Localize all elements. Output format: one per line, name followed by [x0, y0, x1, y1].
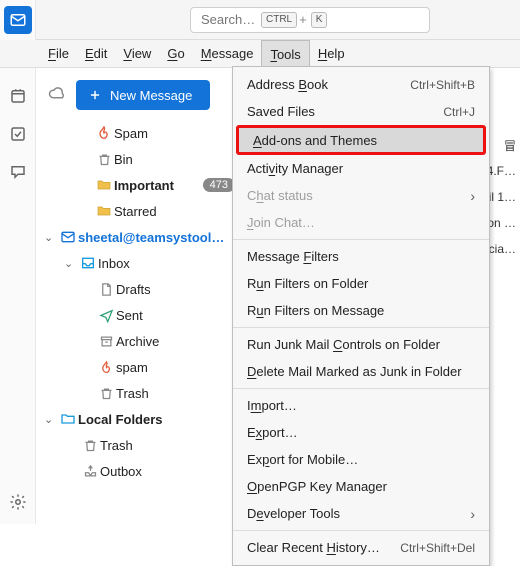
- local-trash[interactable]: Trash: [36, 432, 239, 458]
- menu-edit[interactable]: Edit: [77, 40, 115, 67]
- menu-export-mobile[interactable]: Export for Mobile…: [233, 446, 489, 473]
- calendar-icon[interactable]: [4, 82, 32, 110]
- flame-icon: [96, 360, 116, 375]
- menu-go[interactable]: Go: [159, 40, 192, 67]
- chat-icon[interactable]: [4, 158, 32, 186]
- tools-menu-dropdown: Address Book Ctrl+Shift+B Saved Files Ct…: [232, 66, 490, 566]
- folder-icon: [94, 203, 114, 219]
- menu-delete-junk[interactable]: Delete Mail Marked as Junk in Folder: [233, 358, 489, 385]
- account-item[interactable]: ⌄ sheetal@teamsystool…: [36, 224, 239, 250]
- chevron-down-icon: ⌄: [64, 257, 78, 270]
- menu-import[interactable]: Import…: [233, 392, 489, 419]
- kbd-k: K: [311, 12, 328, 28]
- folder-icon: [94, 177, 114, 193]
- inbox-icon: [78, 255, 98, 271]
- trash-icon: [96, 386, 116, 401]
- left-rail: [0, 0, 36, 524]
- menu-run-junk-controls[interactable]: Run Junk Mail Controls on Folder: [233, 331, 489, 358]
- menu-run-filters-folder[interactable]: Run Filters on Folder: [233, 270, 489, 297]
- search-box[interactable]: CTRL + K: [190, 7, 430, 33]
- menu-message[interactable]: Message: [193, 40, 262, 67]
- kbd-ctrl: CTRL: [261, 12, 297, 28]
- menu-activity-manager[interactable]: Activity Manager: [233, 155, 489, 182]
- menu-run-filters-message[interactable]: Run Filters on Message: [233, 297, 489, 324]
- chevron-down-icon: ⌄: [44, 413, 58, 426]
- folder-starred[interactable]: Starred: [36, 198, 239, 224]
- folder-inbox[interactable]: ⌄ Inbox: [36, 250, 239, 276]
- sent-icon: [96, 308, 116, 323]
- menu-view[interactable]: View: [115, 40, 159, 67]
- folder-pane: New Message Spam Bin Important 473: [36, 68, 240, 524]
- folder-sent[interactable]: Sent: [36, 302, 239, 328]
- menu-address-book[interactable]: Address Book Ctrl+Shift+B: [233, 71, 489, 98]
- menu-bar: File Edit View Go Message Tools Help: [0, 40, 520, 68]
- menu-developer-tools[interactable]: Developer Tools: [233, 500, 489, 527]
- menu-tools[interactable]: Tools: [261, 40, 309, 67]
- menu-help[interactable]: Help: [310, 40, 353, 67]
- menu-clear-history[interactable]: Clear Recent History… Ctrl+Shift+Del: [233, 534, 489, 561]
- menu-file[interactable]: File: [40, 40, 77, 67]
- settings-icon[interactable]: [4, 488, 32, 516]
- local-outbox[interactable]: Outbox: [36, 458, 239, 484]
- trash-icon: [94, 152, 114, 167]
- folder-trash[interactable]: Trash: [36, 380, 239, 406]
- menu-openpgp[interactable]: OpenPGP Key Manager: [233, 473, 489, 500]
- chevron-down-icon: ⌄: [44, 231, 58, 244]
- highlight-addons: Add-ons and Themes: [236, 125, 486, 155]
- archive-icon: [96, 334, 116, 349]
- menu-join-chat: Join Chat…: [233, 209, 489, 236]
- folder-spam2[interactable]: spam: [36, 354, 239, 380]
- sync-icon[interactable]: [48, 85, 66, 106]
- drafts-icon: [96, 282, 116, 297]
- folder-archive[interactable]: Archive: [36, 328, 239, 354]
- local-folders[interactable]: ⌄ Local Folders: [36, 406, 239, 432]
- menu-message-filters[interactable]: Message Filters: [233, 243, 489, 270]
- mail-account-icon: [58, 229, 78, 245]
- folder-important[interactable]: Important 473: [36, 172, 239, 198]
- menu-export[interactable]: Export…: [233, 419, 489, 446]
- outbox-icon: [80, 464, 100, 479]
- kbd-plus: +: [299, 12, 307, 27]
- unread-badge: 473: [203, 178, 235, 192]
- folder-bin[interactable]: Bin: [36, 146, 239, 172]
- new-message-button[interactable]: New Message: [76, 80, 210, 110]
- trash-icon: [80, 438, 100, 453]
- menu-addons-themes[interactable]: Add-ons and Themes: [239, 128, 483, 152]
- mail-icon[interactable]: [4, 6, 32, 34]
- folder-drafts[interactable]: Drafts: [36, 276, 239, 302]
- folder-icon: [58, 411, 78, 427]
- flame-icon: [94, 125, 114, 141]
- folder-spam[interactable]: Spam: [36, 120, 239, 146]
- tasks-icon[interactable]: [4, 120, 32, 148]
- menu-chat-status: Chat status: [233, 182, 489, 209]
- menu-saved-files[interactable]: Saved Files Ctrl+J: [233, 98, 489, 125]
- new-message-label: New Message: [110, 88, 192, 103]
- search-input[interactable]: [199, 11, 259, 28]
